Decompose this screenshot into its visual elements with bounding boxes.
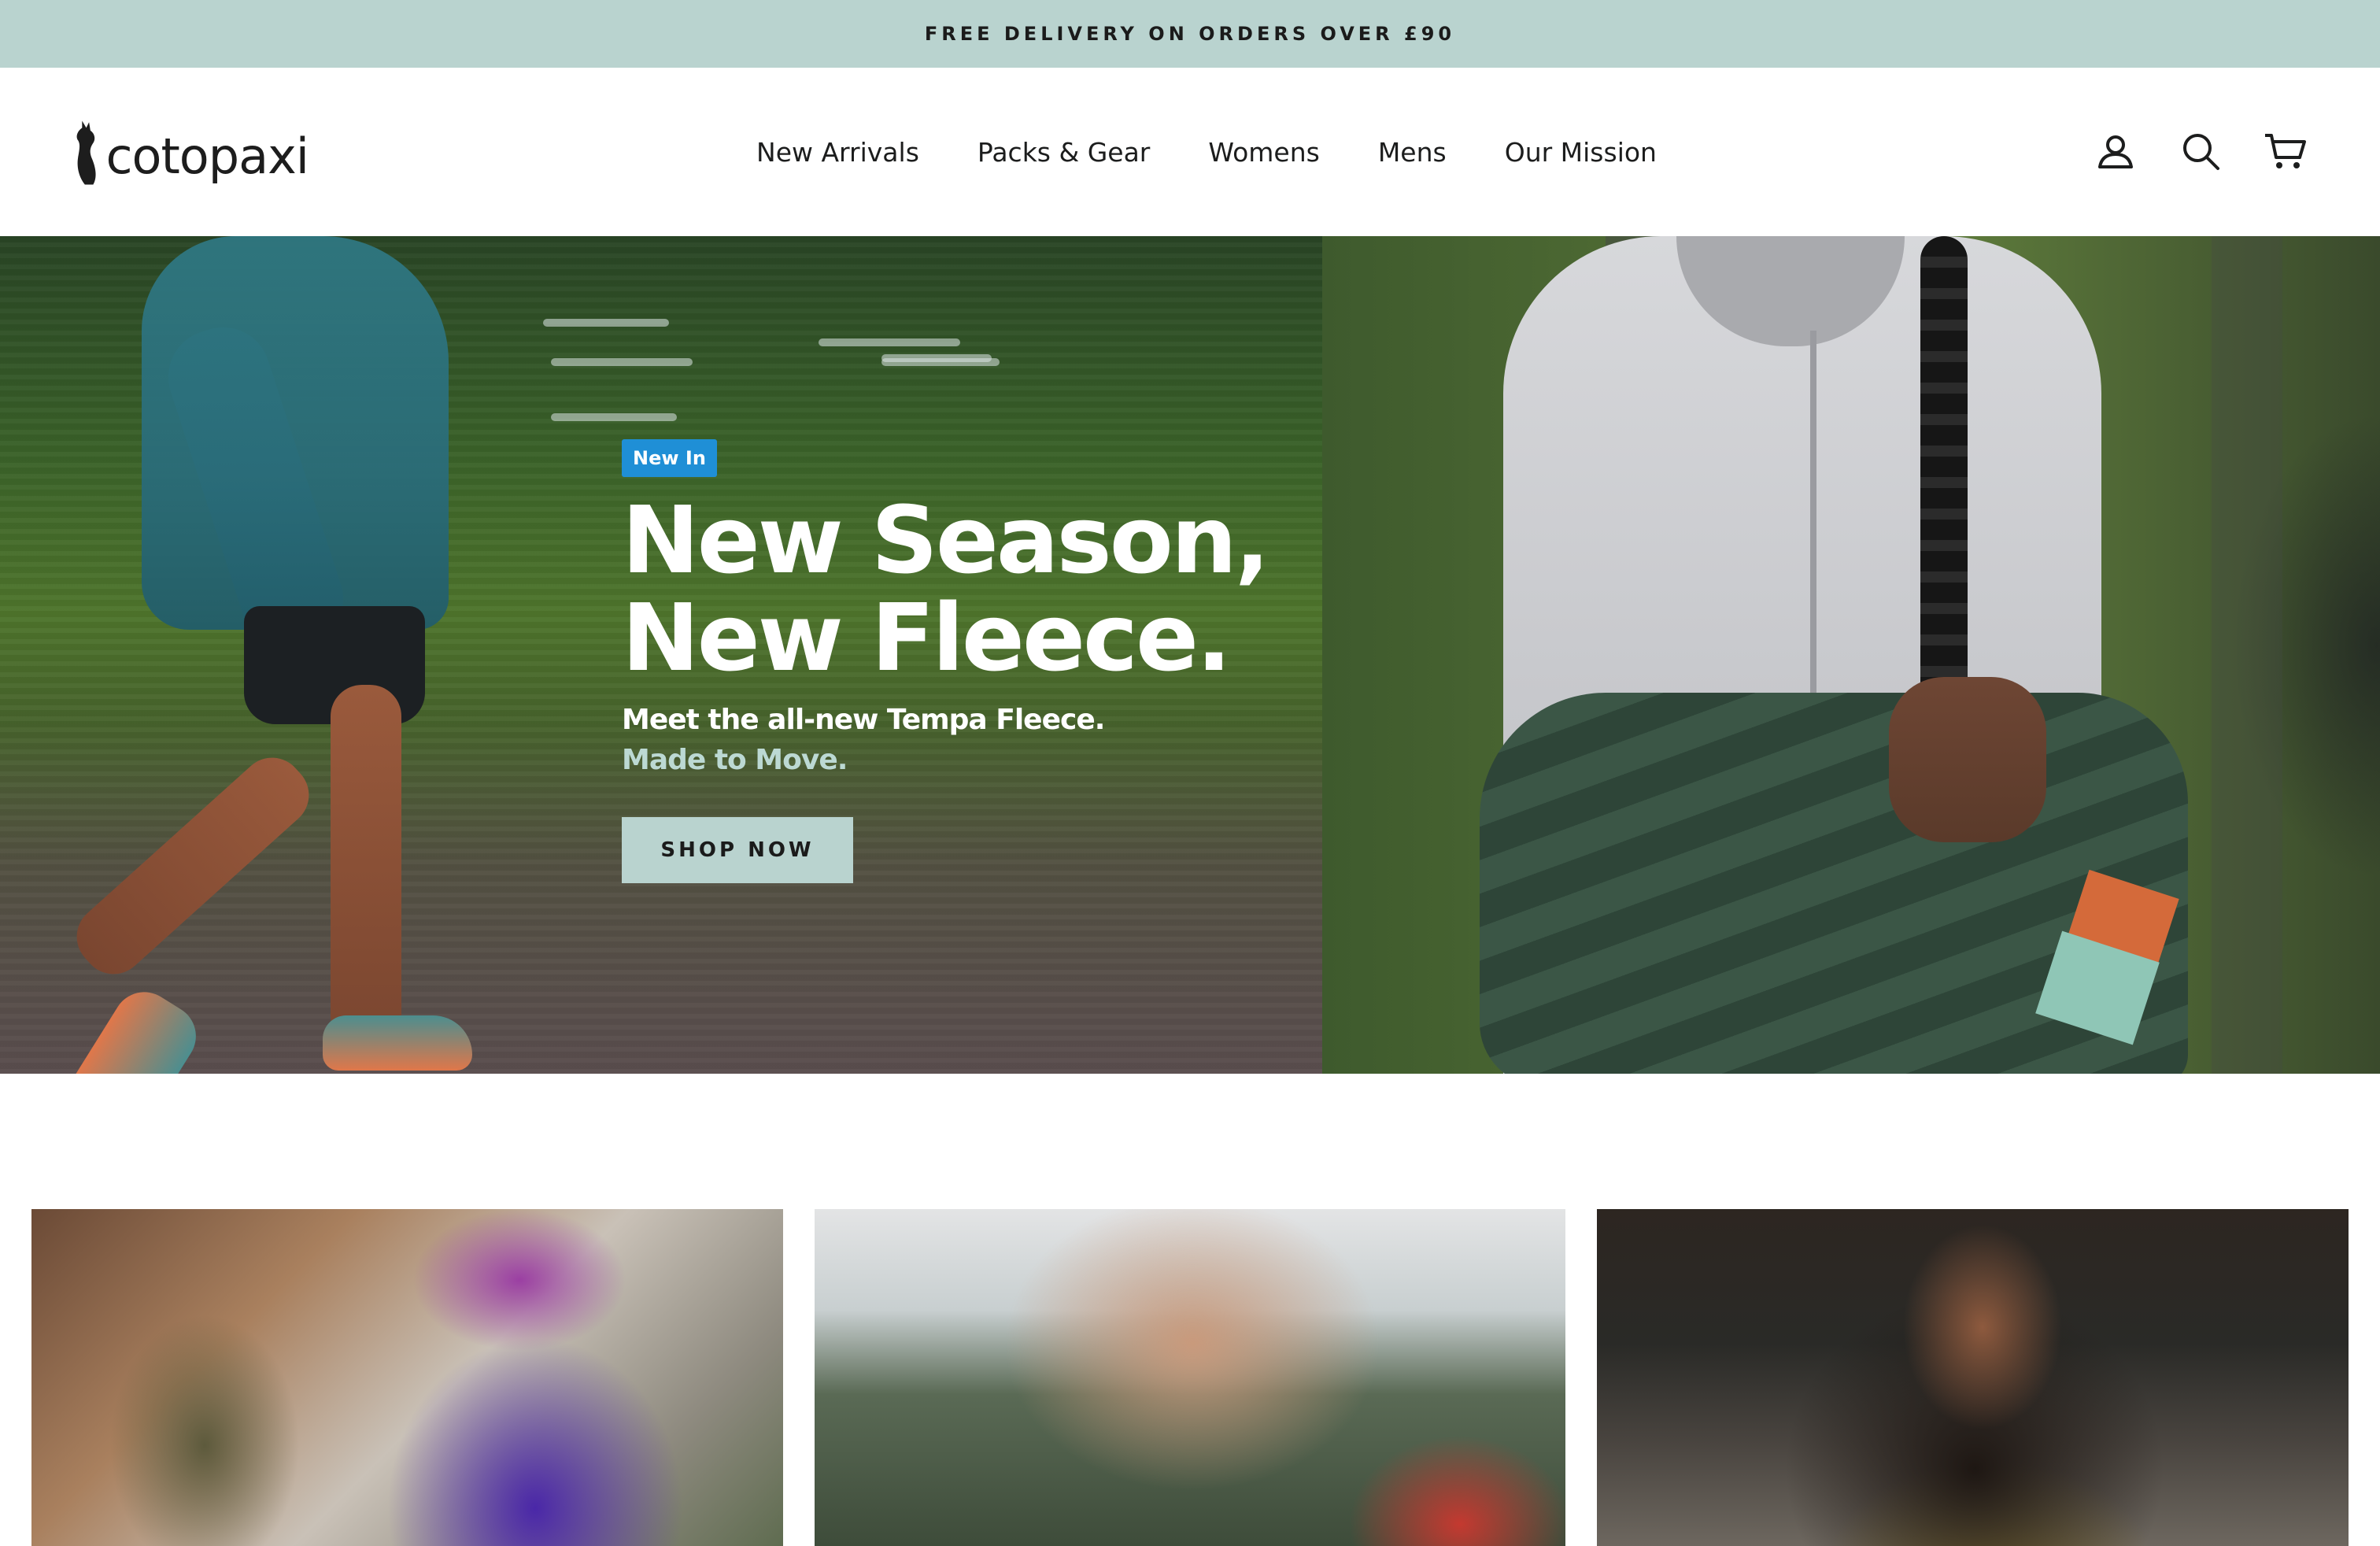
hero-content: New In New Season, New Fleece. Meet the … bbox=[622, 439, 1299, 883]
motion-streak bbox=[881, 358, 1000, 366]
shop-now-label: SHOP NOW bbox=[660, 838, 815, 862]
runner-leg bbox=[331, 685, 401, 1047]
hero-title: New Season, New Fleece. bbox=[622, 491, 1299, 686]
nav-womens[interactable]: Womens bbox=[1208, 137, 1319, 168]
llama-logo-icon bbox=[76, 120, 96, 185]
runner-leg bbox=[64, 745, 322, 987]
collection-card-fleece-woman[interactable] bbox=[814, 1209, 1566, 1546]
hand bbox=[1889, 677, 2046, 842]
nav-mens[interactable]: Mens bbox=[1378, 137, 1447, 168]
announcement-text: FREE DELIVERY ON ORDERS OVER £90 bbox=[924, 23, 1456, 45]
runner-shoe bbox=[55, 980, 208, 1074]
runner-jacket bbox=[142, 236, 449, 630]
hero-tagline: Made to Move. bbox=[622, 744, 848, 776]
logo[interactable]: cotopaxi bbox=[72, 113, 309, 192]
hero-image-runner: New In New Season, New Fleece. Meet the … bbox=[0, 236, 1322, 1074]
new-in-badge: New In bbox=[622, 439, 717, 477]
nav-new-arrivals[interactable]: New Arrivals bbox=[756, 137, 919, 168]
shop-now-button[interactable]: SHOP NOW bbox=[622, 817, 853, 883]
announcement-bar: FREE DELIVERY ON ORDERS OVER £90 bbox=[0, 0, 2380, 68]
hero-title-line2: New Fleece. bbox=[622, 583, 1232, 692]
runner-shoe bbox=[323, 1015, 472, 1071]
hero-subtitle: Meet the all-new Tempa Fleece. bbox=[622, 704, 1105, 736]
hero-title-line1: New Season, bbox=[622, 486, 1270, 594]
hair-braid bbox=[1920, 236, 1968, 708]
hero-image-fleece bbox=[1322, 236, 2380, 1074]
header-actions bbox=[2094, 129, 2308, 173]
cart-icon[interactable] bbox=[2264, 129, 2308, 173]
tree-trunk bbox=[2212, 236, 2282, 1074]
search-icon[interactable] bbox=[2179, 129, 2223, 173]
motion-streak bbox=[551, 413, 677, 421]
motion-streak bbox=[819, 338, 960, 346]
main-nav: New Arrivals Packs & Gear Womens Mens Ou… bbox=[0, 68, 2380, 236]
collection-grid bbox=[31, 1209, 2349, 1546]
collection-card-smiling-man[interactable] bbox=[1597, 1209, 2349, 1546]
logo-text: cotopaxi bbox=[105, 127, 309, 185]
hero-banner: New In New Season, New Fleece. Meet the … bbox=[0, 236, 2380, 1074]
site-header: cotopaxi New Arrivals Packs & Gear Women… bbox=[0, 68, 2380, 236]
motion-streak bbox=[543, 319, 669, 327]
motion-streak bbox=[551, 358, 693, 366]
account-icon[interactable] bbox=[2094, 129, 2138, 173]
nav-our-mission[interactable]: Our Mission bbox=[1505, 137, 1657, 168]
nav-packs-gear[interactable]: Packs & Gear bbox=[978, 137, 1150, 168]
collection-card-hikers[interactable] bbox=[31, 1209, 783, 1546]
